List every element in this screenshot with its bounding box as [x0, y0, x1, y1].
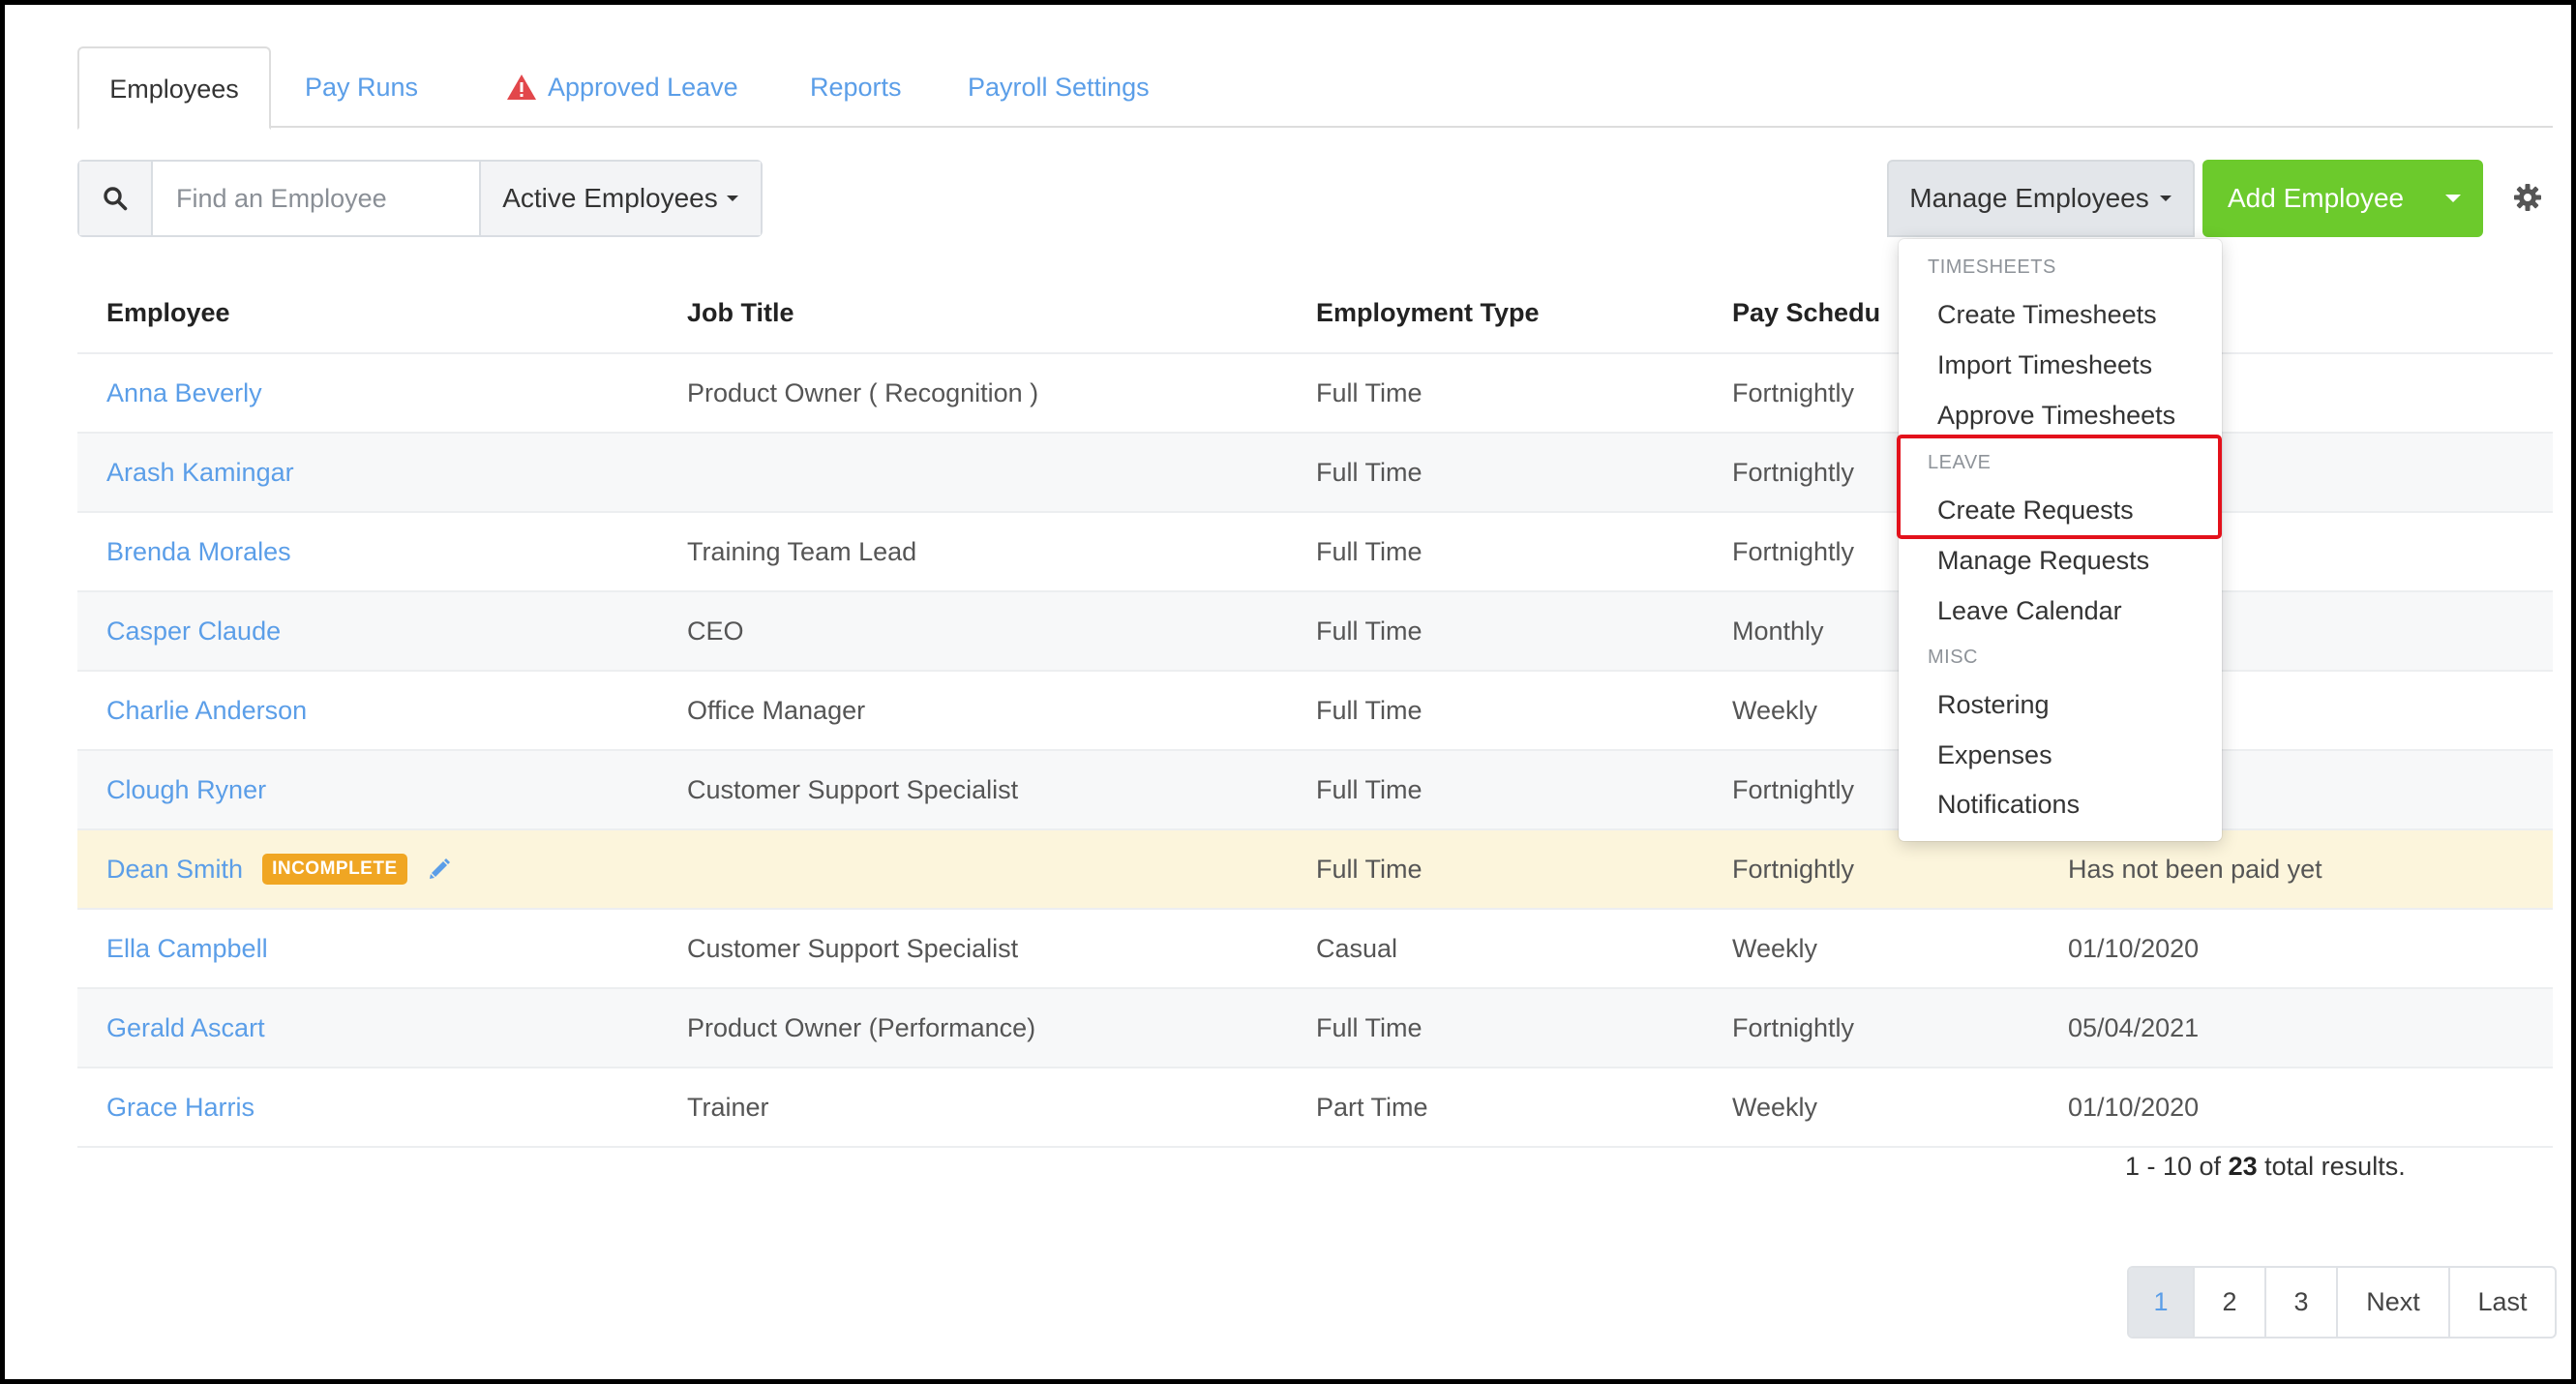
job-title-cell: Product Owner ( Recognition ) [687, 377, 1039, 407]
employee-name-link[interactable]: Charlie Anderson [106, 696, 307, 726]
manage-employees-menu: TIMESHEETS Create Timesheets Import Time… [1899, 239, 2222, 841]
menu-header-misc: MISC [1928, 647, 1978, 668]
results-summary: 1 - 10 of 23 total results. [2125, 1152, 2406, 1182]
last-paid-cell: 01/10/2020 [2068, 933, 2200, 963]
employment-type-cell: Full Time [1316, 1012, 1423, 1042]
tab-pay-runs-label: Pay Runs [305, 73, 419, 102]
pay-schedule-cell: Fortnightly [1732, 854, 1855, 884]
menu-item-expenses[interactable]: Expenses [1937, 740, 2052, 770]
employee-name-link[interactable]: Casper Claude [106, 617, 281, 647]
results-suffix: total results. [2264, 1152, 2406, 1181]
tab-reports[interactable]: Reports [810, 46, 902, 128]
last-paid-cell: Has not been paid yet [2068, 854, 2322, 884]
menu-item-import-timesheets[interactable]: Import Timesheets [1937, 350, 2152, 380]
gear-icon[interactable] [2512, 182, 2543, 213]
filter-label: Active Employees [502, 183, 718, 213]
table-row[interactable]: Gerald Ascart Product Owner (Performance… [77, 989, 2553, 1068]
menu-item-notifications[interactable]: Notifications [1937, 790, 2080, 820]
employee-name-link[interactable]: Dean Smith [106, 855, 243, 885]
employee-name-link[interactable]: Ella Campbell [106, 934, 268, 964]
search-filter-group: Active Employees [77, 160, 763, 237]
employment-type-cell: Part Time [1316, 1092, 1428, 1122]
table-row[interactable]: Dean Smith INCOMPLETE Full Time Fortnigh… [77, 830, 2553, 910]
employment-type-cell: Full Time [1316, 377, 1423, 407]
pay-schedule-cell: Weekly [1732, 1092, 1818, 1122]
pay-schedule-cell: Weekly [1732, 933, 1818, 963]
page-3-button[interactable]: 3 [2266, 1268, 2338, 1337]
job-title-cell: Training Team Lead [687, 536, 917, 566]
menu-item-create-timesheets[interactable]: Create Timesheets [1937, 300, 2157, 330]
results-range: 1 - 10 of [2125, 1152, 2222, 1181]
pencil-icon[interactable] [427, 857, 452, 882]
menu-item-leave-calendar[interactable]: Leave Calendar [1937, 596, 2122, 626]
caret-down-icon [2159, 196, 2172, 201]
employment-type-cell: Full Time [1316, 457, 1423, 487]
employee-name-link[interactable]: Gerald Ascart [106, 1013, 265, 1043]
employment-type-cell: Full Time [1316, 695, 1423, 725]
tab-bar: Employees Pay Runs Approved Leave Report… [77, 46, 2553, 130]
page-1-button[interactable]: 1 [2129, 1268, 2195, 1337]
column-header-employment-type[interactable]: Employment Type [1316, 298, 1732, 328]
pagination: 1 2 3 Next Last [2127, 1266, 2557, 1339]
manage-employees-label: Manage Employees [1909, 183, 2149, 213]
column-header-job-title[interactable]: Job Title [687, 298, 1316, 328]
add-employee-label: Add Employee [2228, 183, 2405, 213]
manage-employees-button[interactable]: Manage Employees [1887, 160, 2195, 237]
employee-status-filter[interactable]: Active Employees [479, 162, 761, 235]
add-employee-dropdown-toggle[interactable] [2423, 193, 2483, 204]
caret-down-icon [2445, 195, 2461, 202]
job-title-cell: Office Manager [687, 695, 866, 725]
employee-name-link[interactable]: Anna Beverly [106, 378, 262, 408]
menu-item-manage-requests[interactable]: Manage Requests [1937, 546, 2149, 576]
menu-item-approve-timesheets[interactable]: Approve Timesheets [1937, 401, 2175, 431]
last-paid-cell: 01/10/2020 [2068, 1092, 2200, 1122]
table-row[interactable]: Ella Campbell Customer Support Specialis… [77, 910, 2553, 989]
employee-name-link[interactable]: Grace Harris [106, 1093, 255, 1123]
warning-icon [507, 75, 536, 100]
last-page-button[interactable]: Last [2450, 1268, 2555, 1337]
add-employee-button[interactable]: Add Employee [2202, 160, 2483, 237]
menu-header-leave: LEAVE [1928, 452, 1992, 473]
employee-name-link[interactable]: Arash Kamingar [106, 458, 294, 488]
tab-approved-leave[interactable]: Approved Leave [548, 46, 738, 128]
incomplete-badge: INCOMPLETE [262, 854, 407, 885]
job-title-cell: Product Owner (Performance) [687, 1012, 1036, 1042]
employment-type-cell: Full Time [1316, 536, 1423, 566]
tab-payroll-settings[interactable]: Payroll Settings [968, 46, 1150, 128]
employee-search-input[interactable] [153, 162, 479, 235]
search-button[interactable] [79, 162, 153, 235]
job-title-cell: CEO [687, 616, 744, 646]
tab-pay-runs[interactable]: Pay Runs [305, 46, 536, 128]
tab-employees[interactable]: Employees [77, 46, 271, 130]
menu-item-rostering[interactable]: Rostering [1937, 690, 2050, 720]
results-total: 23 [2228, 1152, 2258, 1181]
job-title-cell: Trainer [687, 1092, 769, 1122]
column-header-employee[interactable]: Employee [77, 298, 687, 328]
caret-down-icon [726, 196, 738, 201]
menu-header-timesheets: TIMESHEETS [1928, 256, 2056, 278]
job-title-cell: Customer Support Specialist [687, 933, 1019, 963]
last-paid-cell: 05/04/2021 [2068, 1012, 2200, 1042]
employee-name-link[interactable]: Clough Ryner [106, 775, 266, 805]
job-title-cell: Customer Support Specialist [687, 774, 1019, 804]
menu-item-create-requests[interactable]: Create Requests [1937, 496, 2134, 526]
search-icon [104, 187, 128, 211]
next-page-button[interactable]: Next [2338, 1268, 2450, 1337]
employee-name-link[interactable]: Brenda Morales [106, 537, 291, 567]
table-row[interactable]: Grace Harris Trainer Part Time Weekly 01… [77, 1068, 2553, 1148]
page-2-button[interactable]: 2 [2195, 1268, 2266, 1337]
employment-type-cell: Full Time [1316, 854, 1423, 884]
employment-type-cell: Full Time [1316, 774, 1423, 804]
employment-type-cell: Full Time [1316, 616, 1423, 646]
pay-schedule-cell: Fortnightly [1732, 1012, 1855, 1042]
employment-type-cell: Casual [1316, 933, 1398, 963]
